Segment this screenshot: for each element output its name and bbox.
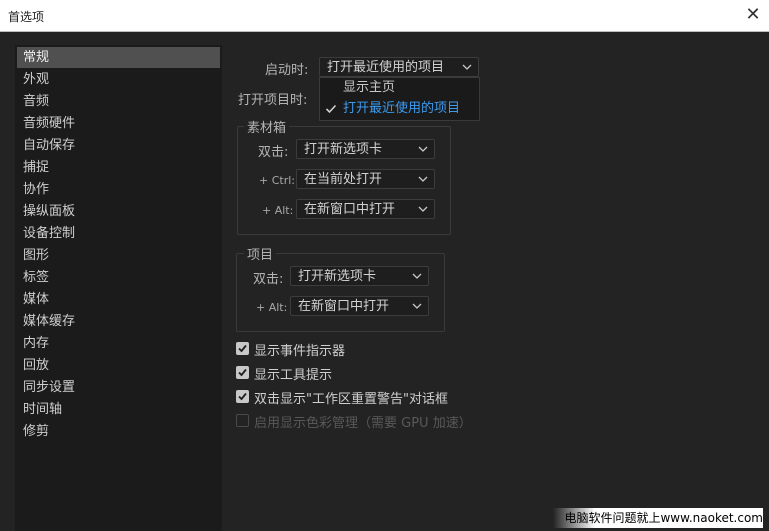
project-group (236, 253, 445, 332)
bins-ctrl-label: + Ctrl: (259, 174, 295, 187)
bins-alt-value: 在新窗口中打开 (304, 202, 396, 217)
checkbox-label: 显示工具提示 (254, 368, 333, 383)
sidebar-item-capture[interactable]: 捕捉 (17, 157, 220, 178)
project-double-click-label: 双击: (253, 272, 284, 287)
sidebar-item-audio-hardware[interactable]: 音频硬件 (17, 113, 220, 134)
sidebar-item-media-cache[interactable]: 媒体缓存 (17, 311, 220, 332)
checkbox-label: 启用显示色彩管理（需要 GPU 加速） (254, 416, 472, 431)
preferences-sidebar: 常规 外观 音频 音频硬件 自动保存 捕捉 协作 操纵面板 设备控制 图形 标签… (15, 45, 222, 531)
startup-select[interactable]: 打开最近使用的项目 (319, 57, 479, 77)
window-title: 首选项 (8, 10, 45, 24)
project-alt-label: + Alt: (256, 301, 288, 314)
color-management-checkbox: 启用显示色彩管理（需要 GPU 加速） (236, 412, 476, 431)
workspace-reset-warning-checkbox[interactable]: 双击显示"工作区重置警告"对话框 (236, 388, 476, 407)
sidebar-item-sync-settings[interactable]: 同步设置 (17, 377, 220, 398)
show-event-indicators-checkbox[interactable]: 显示事件指示器 (236, 340, 476, 359)
sidebar-item-playback[interactable]: 回放 (17, 355, 220, 376)
bins-double-click-select[interactable]: 打开新选项卡 (296, 139, 435, 159)
chevron-down-icon (418, 176, 428, 182)
startup-label: 启动时: (265, 63, 309, 78)
sidebar-item-collaboration[interactable]: 协作 (17, 179, 220, 200)
sidebar-item-graphics[interactable]: 图形 (17, 245, 220, 266)
checkmark-icon (325, 104, 337, 114)
startup-dropdown-menu: 显示主页 打开最近使用的项目 (319, 77, 480, 121)
project-double-click-value: 打开新选项卡 (298, 269, 377, 284)
sidebar-item-appearance[interactable]: 外观 (17, 69, 220, 90)
chevron-down-icon (418, 146, 428, 152)
checkbox-label: 显示事件指示器 (254, 344, 346, 359)
checkbox-label: 双击显示"工作区重置警告"对话框 (254, 392, 448, 407)
show-tooltips-checkbox[interactable]: 显示工具提示 (236, 364, 476, 383)
title-bar: 首选项 ✕ (0, 0, 769, 32)
sidebar-item-control-surface[interactable]: 操纵面板 (17, 201, 220, 222)
site-watermark: 电脑软件问题就上www.naoket.com (553, 508, 763, 528)
bins-double-click-label: 双击: (258, 145, 289, 160)
sidebar-item-media[interactable]: 媒体 (17, 289, 220, 310)
sidebar-item-labels[interactable]: 标签 (17, 267, 220, 288)
close-icon[interactable]: ✕ (743, 4, 763, 26)
chevron-down-icon (412, 303, 422, 309)
sidebar-item-memory[interactable]: 内存 (17, 333, 220, 354)
startup-select-value: 打开最近使用的项目 (327, 60, 445, 75)
bins-group-title: 素材箱 (244, 117, 290, 136)
sidebar-item-trim[interactable]: 修剪 (17, 421, 220, 442)
open-project-label: 打开项目时: (238, 93, 308, 108)
sidebar-item-device-control[interactable]: 设备控制 (17, 223, 220, 244)
bins-ctrl-value: 在当前处打开 (304, 172, 383, 187)
sidebar-item-general[interactable]: 常规 (17, 47, 220, 68)
startup-option-open-recent[interactable]: 打开最近使用的项目 (320, 99, 479, 119)
chevron-down-icon (462, 64, 472, 70)
chevron-down-icon (418, 206, 428, 212)
checkbox-checked-icon (236, 342, 249, 355)
sidebar-item-audio[interactable]: 音频 (17, 91, 220, 112)
checkbox-checked-icon (236, 390, 249, 403)
project-alt-select[interactable]: 在新窗口中打开 (290, 296, 429, 316)
bins-alt-label: + Alt: (262, 204, 294, 217)
checkbox-checked-icon (236, 366, 249, 379)
bins-ctrl-select[interactable]: 在当前处打开 (296, 169, 435, 189)
project-alt-value: 在新窗口中打开 (298, 299, 390, 314)
bins-alt-select[interactable]: 在新窗口中打开 (296, 199, 435, 219)
option-label: 显示主页 (343, 80, 396, 95)
checkbox-unchecked-icon (236, 414, 249, 427)
option-label: 打开最近使用的项目 (343, 101, 461, 116)
chevron-down-icon (412, 273, 422, 279)
sidebar-item-auto-save[interactable]: 自动保存 (17, 135, 220, 156)
project-double-click-select[interactable]: 打开新选项卡 (290, 266, 429, 286)
bins-double-click-value: 打开新选项卡 (304, 142, 383, 157)
project-group-title: 项目 (244, 244, 277, 263)
sidebar-item-timeline[interactable]: 时间轴 (17, 399, 220, 420)
startup-option-show-home[interactable]: 显示主页 (320, 78, 479, 98)
